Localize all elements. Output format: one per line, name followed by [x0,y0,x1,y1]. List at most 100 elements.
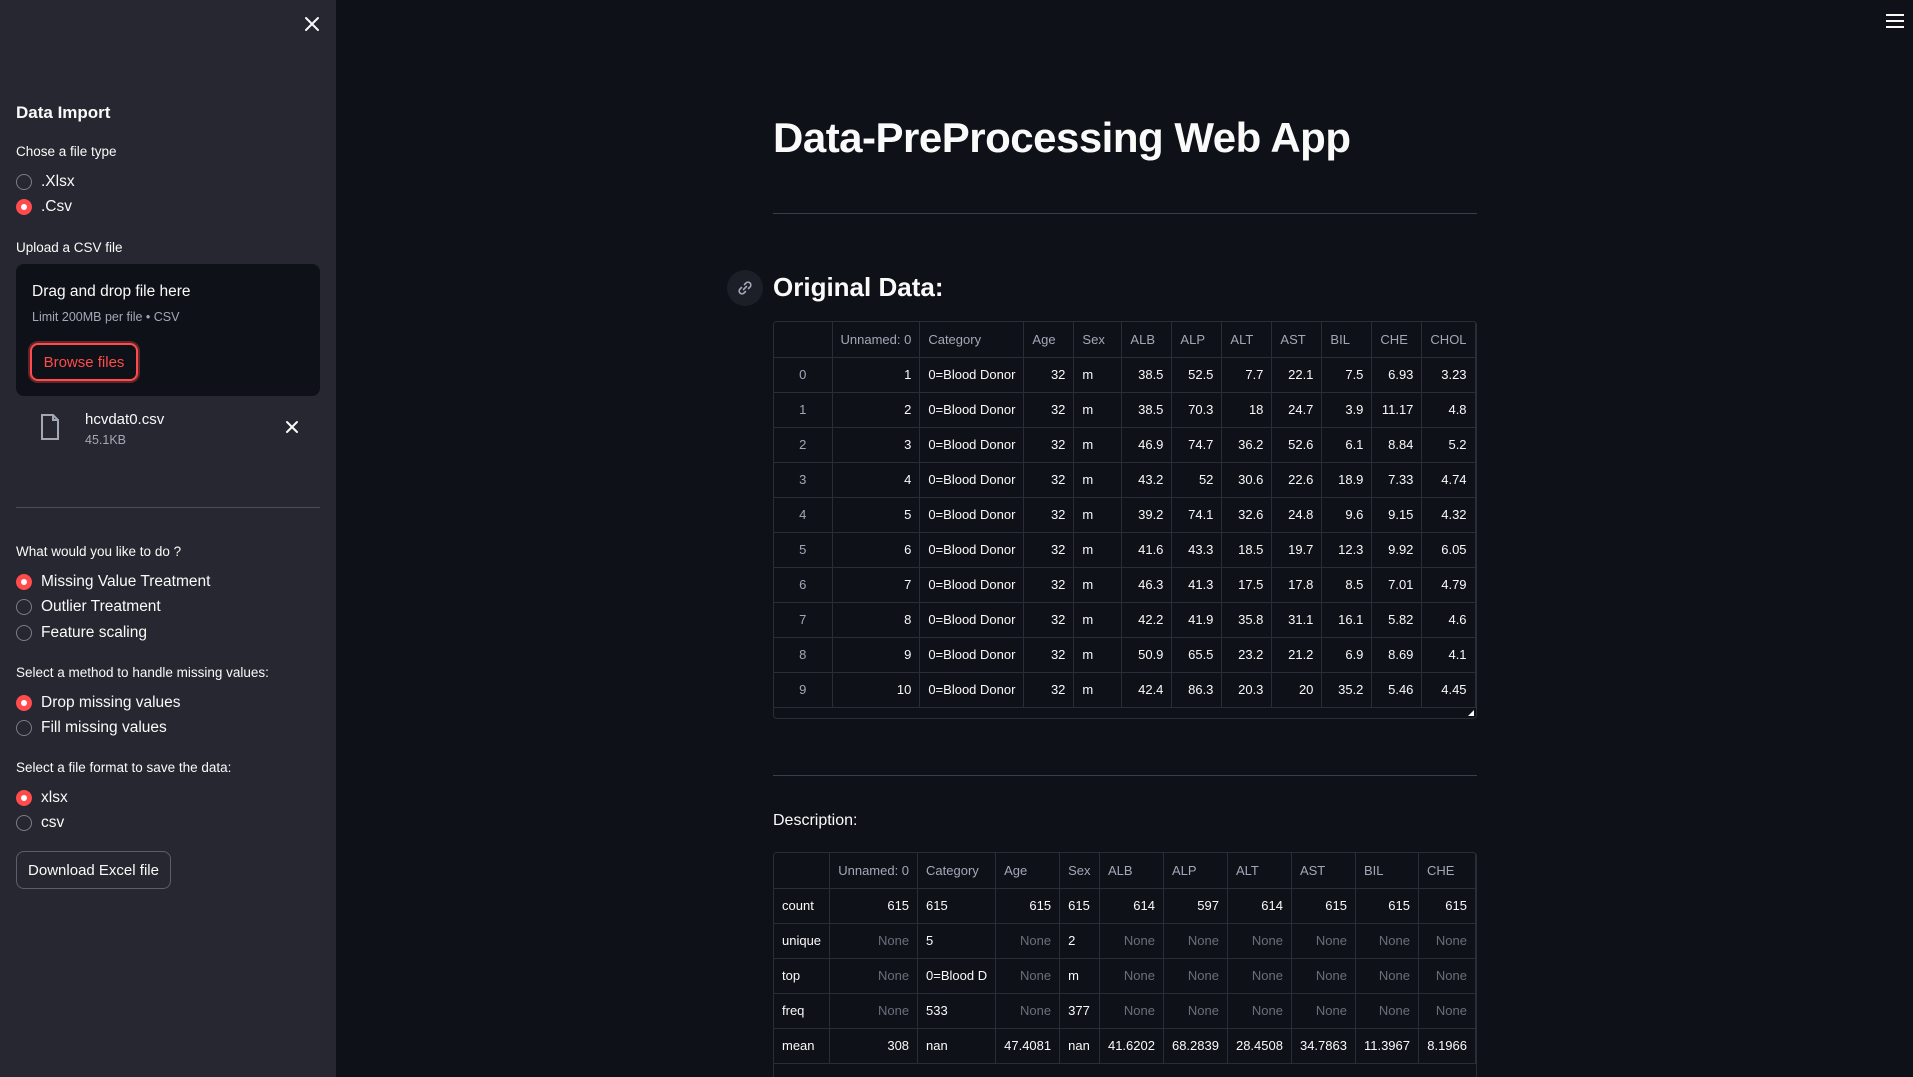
table-cell[interactable]: 52 [1171,462,1223,498]
table-cell[interactable]: 614 [1227,888,1292,924]
table-cell[interactable]: 38.5 [1121,357,1173,393]
table-cell[interactable]: 6.1 [1321,427,1373,463]
table-cell[interactable]: 36.2 [1221,427,1273,463]
description-table[interactable]: Unnamed: 0 Category Age Sex ALB ALP ALT AST BIL C… [773,852,1477,1077]
table-cell[interactable]: None [1418,923,1476,959]
table-cell[interactable]: 0=Blood Donor [919,637,1025,673]
table-cell[interactable]: 4.74 [1421,462,1476,498]
column-header[interactable]: Sex [1059,853,1100,889]
table-cell[interactable]: 11.3967 [1355,1028,1420,1064]
table-cell[interactable]: m [1073,532,1123,568]
table-cell[interactable]: 615 [829,888,919,924]
column-header[interactable]: AST [1291,853,1356,889]
table-cell[interactable]: nan [1059,1028,1100,1064]
table-cell[interactable]: 8.1966 [1418,1028,1476,1064]
table-cell[interactable]: nan [917,1028,997,1064]
row-index[interactable]: 3 [774,462,833,498]
table-cell[interactable]: 43.3 [1171,532,1223,568]
table-cell[interactable]: None [1227,958,1292,994]
table-cell[interactable]: 32 [1023,462,1075,498]
table-cell[interactable]: m [1073,637,1123,673]
radio-drop-missing[interactable]: Drop missing values [16,694,181,712]
table-cell[interactable]: 0=Blood Donor [919,462,1025,498]
row-index[interactable]: 4 [774,497,833,533]
table-cell[interactable]: 34.7863 [1291,1028,1356,1064]
table-cell[interactable]: 614 [1099,888,1164,924]
table-cell[interactable]: 597 [1163,888,1228,924]
table-cell[interactable]: 35.2 [1321,672,1373,708]
radio-outlier[interactable]: Outlier Treatment [16,598,161,616]
table-cell[interactable]: 6.05 [1421,532,1476,568]
table-cell[interactable]: 65.5 [1171,637,1223,673]
table-cell[interactable]: m [1073,427,1123,463]
table-cell[interactable]: 9.6 [1321,497,1373,533]
table-cell[interactable]: 7.5 [1321,357,1373,393]
table-cell[interactable]: 42.4 [1121,672,1173,708]
column-header[interactable]: CHE [1418,853,1476,889]
radio-format-xlsx[interactable]: xlsx [16,789,68,807]
table-cell[interactable]: 377 [1059,993,1100,1029]
table-cell[interactable]: 3.23 [1421,357,1476,393]
close-sidebar-icon[interactable] [302,14,322,34]
table-cell[interactable]: 17.8 [1271,567,1323,603]
table-cell[interactable]: m [1059,958,1100,994]
table-cell[interactable]: None [1291,958,1356,994]
column-header[interactable]: Age [1023,322,1075,358]
table-cell[interactable]: 4 [832,462,921,498]
table-cell[interactable]: None [1291,923,1356,959]
column-header[interactable]: BIL [1321,322,1373,358]
table-cell[interactable]: None [1163,923,1228,959]
column-header[interactable]: Sex [1073,322,1123,358]
table-cell[interactable]: None [1163,993,1228,1029]
table-cell[interactable]: 32 [1023,392,1075,428]
table-cell[interactable]: 4.8 [1421,392,1476,428]
table-cell[interactable]: None [829,958,919,994]
radio-fill-missing[interactable]: Fill missing values [16,719,167,737]
row-index[interactable]: 8 [774,637,833,673]
table-cell[interactable]: 18 [1221,392,1273,428]
table-cell[interactable]: 20 [1271,672,1323,708]
radio-xlsx[interactable]: .Xlsx [16,173,75,191]
hamburger-menu-icon[interactable] [1886,14,1904,30]
table-cell[interactable]: 0=Blood D [917,958,997,994]
resize-handle[interactable] [1468,710,1474,716]
table-cell[interactable]: None [995,958,1061,994]
table-cell[interactable]: 1 [832,357,921,393]
table-cell[interactable]: 308 [829,1028,919,1064]
table-cell[interactable]: 30.6 [1221,462,1273,498]
table-cell[interactable]: None [1355,993,1420,1029]
table-cell[interactable]: 32.6 [1221,497,1273,533]
table-cell[interactable]: 86.3 [1171,672,1223,708]
table-cell[interactable]: 46.3 [1121,567,1173,603]
table-cell[interactable]: 0=Blood Donor [919,427,1025,463]
table-cell[interactable]: 43.2 [1121,462,1173,498]
radio-format-csv[interactable]: csv [16,814,64,832]
table-cell[interactable]: 18.5 [1221,532,1273,568]
table-cell[interactable]: 39.2 [1121,497,1173,533]
table-cell[interactable]: 615 [917,888,997,924]
table-cell[interactable]: 32 [1023,497,1075,533]
table-cell[interactable]: 12.3 [1321,532,1373,568]
table-cell[interactable]: 4.45 [1421,672,1476,708]
table-cell[interactable]: None [1418,993,1476,1029]
table-cell[interactable]: m [1073,497,1123,533]
table-cell[interactable]: 5 [917,923,997,959]
table-cell[interactable]: 31.1 [1271,602,1323,638]
table-cell[interactable]: 4.79 [1421,567,1476,603]
row-index[interactable]: freq [774,993,831,1029]
table-cell[interactable]: 0=Blood Donor [919,567,1025,603]
table-cell[interactable]: 41.6202 [1099,1028,1164,1064]
table-cell[interactable]: 41.3 [1171,567,1223,603]
table-cell[interactable]: None [1163,958,1228,994]
table-cell[interactable]: 21.2 [1271,637,1323,673]
table-cell[interactable]: 4.1 [1421,637,1476,673]
table-cell[interactable]: 22.1 [1271,357,1323,393]
browse-files-button[interactable]: Browse files [30,343,138,381]
table-cell[interactable]: 7.7 [1221,357,1273,393]
table-cell[interactable]: 19.7 [1271,532,1323,568]
column-header[interactable] [774,322,833,358]
table-cell[interactable]: 10 [832,672,921,708]
table-cell[interactable]: None [1227,993,1292,1029]
table-cell[interactable]: None [1355,923,1420,959]
table-cell[interactable]: 5.2 [1421,427,1476,463]
